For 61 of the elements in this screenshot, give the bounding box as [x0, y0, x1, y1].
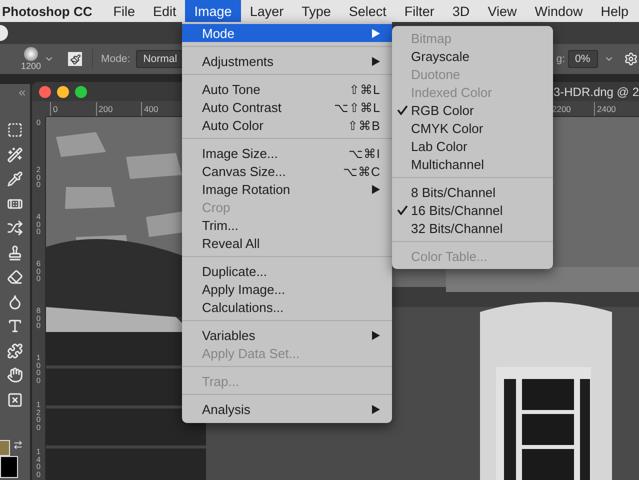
app-menu[interactable]: Photoshop CC: [2, 0, 104, 22]
zoom-icon[interactable]: [75, 86, 87, 98]
menu-item[interactable]: Apply Image...: [182, 280, 392, 298]
eyedropper-icon[interactable]: [7, 171, 23, 187]
magic-wand-icon[interactable]: [7, 146, 23, 162]
menu-title[interactable]: Layer: [240, 0, 293, 22]
menu-item[interactable]: Image Size... ⌥⌘I: [182, 144, 392, 162]
smoothing-label: g:: [556, 53, 565, 65]
menu-item[interactable]: Calculations...: [182, 298, 392, 316]
menu-item[interactable]: Grayscale: [392, 47, 553, 65]
menu-item[interactable]: Analysis: [182, 400, 392, 418]
stamp-icon[interactable]: [7, 244, 23, 260]
frame-icon[interactable]: [7, 392, 23, 408]
menu-title[interactable]: Filter: [395, 0, 444, 22]
menu-title[interactable]: Select: [340, 0, 396, 22]
menu-item[interactable]: Mode: [182, 24, 392, 42]
document-title: 3-HDR.dng @ 2: [553, 84, 639, 98]
menu-item[interactable]: Duplicate...: [182, 262, 392, 280]
menu-item[interactable]: Auto Tone ⇧⌘L: [182, 80, 392, 98]
menu-title[interactable]: 3D: [443, 0, 479, 22]
brush-panel-button[interactable]: [68, 52, 82, 66]
marquee-icon[interactable]: [7, 122, 23, 138]
eraser-icon[interactable]: [7, 269, 23, 285]
brush-size: 1200: [20, 61, 42, 71]
mode-label: Mode:: [101, 53, 130, 65]
ruler-label: 2400: [594, 102, 639, 116]
type-icon[interactable]: [7, 318, 23, 334]
menu-item[interactable]: Multichannel: [392, 155, 553, 173]
menu-item[interactable]: 8 Bits/Channel: [392, 183, 553, 201]
close-icon[interactable]: [39, 86, 51, 98]
menu-item[interactable]: Variables: [182, 326, 392, 344]
swap-icon[interactable]: [13, 440, 23, 450]
brush-preview-icon[interactable]: [24, 47, 38, 61]
menu-title[interactable]: Type: [292, 0, 340, 22]
menu-title[interactable]: File: [104, 0, 144, 22]
menu-item[interactable]: 16 Bits/Channel: [392, 201, 553, 219]
hand-icon[interactable]: [7, 367, 23, 383]
minimize-icon[interactable]: [57, 86, 69, 98]
smoothing-field[interactable]: 0%: [568, 50, 598, 68]
menu-item[interactable]: Reveal All: [182, 234, 392, 252]
menu-item[interactable]: Canvas Size... ⌥⌘C: [182, 162, 392, 180]
menu-item[interactable]: Trim...: [182, 216, 392, 234]
menu-title[interactable]: Help: [592, 0, 638, 22]
menu-title[interactable]: Window: [526, 0, 592, 22]
foreground-swatch[interactable]: [0, 440, 10, 456]
ruler-label: 0: [50, 102, 96, 116]
menu-title[interactable]: Edit: [144, 0, 186, 22]
drop-icon[interactable]: [7, 294, 23, 310]
menu-title[interactable]: Image: [185, 0, 241, 22]
collapse-icon[interactable]: [17, 88, 27, 98]
blob-icon[interactable]: [7, 342, 23, 358]
crossed-arrows-icon[interactable]: [7, 220, 23, 236]
menu-item[interactable]: Lab Color: [392, 137, 553, 155]
menu-item[interactable]: 32 Bits/Channel: [392, 219, 553, 237]
menu-item[interactable]: Image Rotation: [182, 180, 392, 198]
menu-item[interactable]: Auto Color ⇧⌘B: [182, 116, 392, 134]
settings-icon[interactable]: [624, 52, 638, 66]
ruler-label: 200: [96, 102, 141, 116]
menu-item[interactable]: CMYK Color: [392, 119, 553, 137]
menu-title[interactable]: View: [478, 0, 526, 22]
background-swatch[interactable]: [0, 456, 18, 478]
